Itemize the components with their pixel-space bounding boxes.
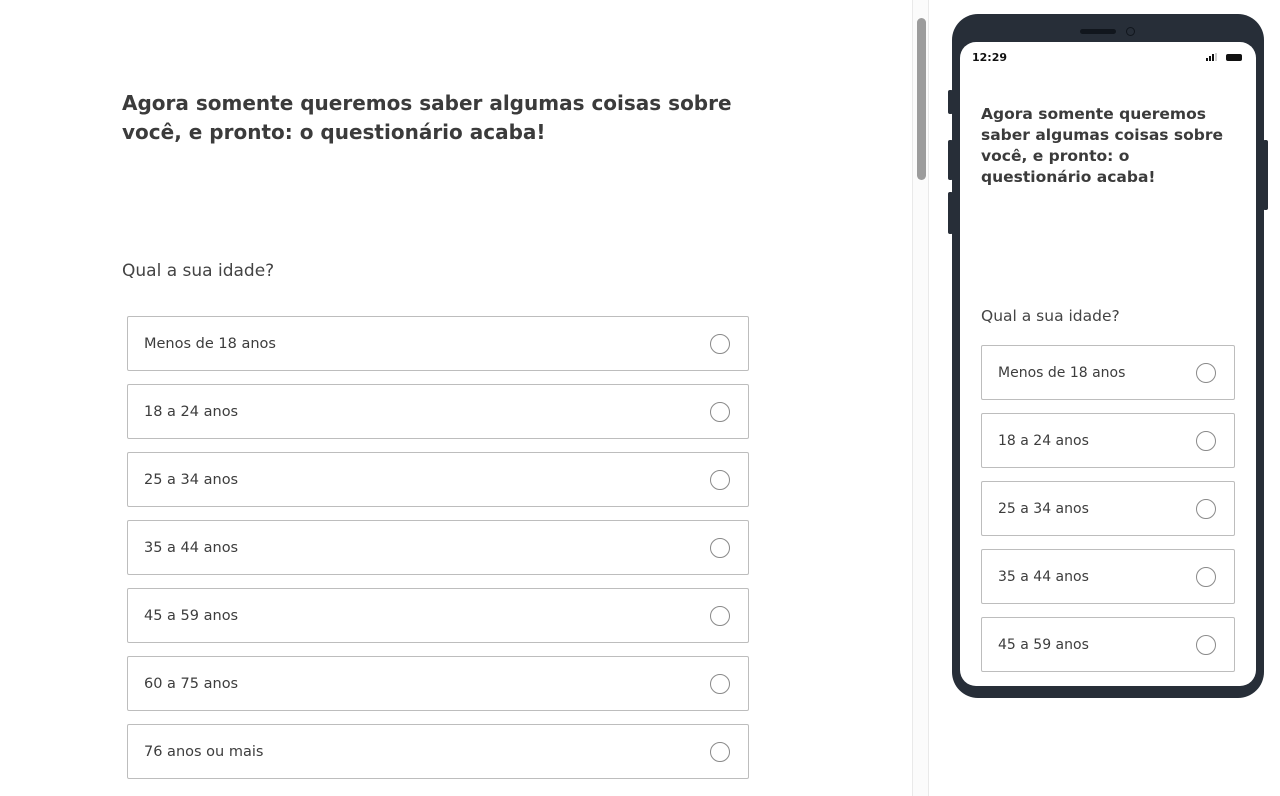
phone-preview: 12:29 Agora somente queremos saber algum… bbox=[948, 14, 1268, 698]
option-label: 25 a 34 anos bbox=[998, 500, 1089, 517]
option-35-44[interactable]: 35 a 44 anos bbox=[127, 520, 749, 575]
radio-unchecked-icon[interactable] bbox=[710, 537, 730, 558]
option-60-75[interactable]: 60 a 75 anos bbox=[127, 656, 749, 711]
option-label: 25 a 34 anos bbox=[144, 471, 239, 488]
option-18-24[interactable]: 18 a 24 anos bbox=[981, 413, 1235, 468]
phone-side-button bbox=[948, 140, 953, 180]
radio-unchecked-icon[interactable] bbox=[1196, 430, 1216, 451]
radio-unchecked-icon[interactable] bbox=[1196, 566, 1216, 587]
phone-speaker bbox=[1080, 29, 1116, 34]
phone-side-button bbox=[948, 90, 953, 114]
option-label: 45 a 59 anos bbox=[144, 607, 239, 624]
phone-side-button bbox=[948, 192, 953, 234]
option-under-18[interactable]: Menos de 18 anos bbox=[127, 316, 749, 371]
option-label: 76 anos ou mais bbox=[144, 743, 264, 760]
option-under-18[interactable]: Menos de 18 anos bbox=[981, 345, 1235, 400]
page-heading: Agora somente queremos saber algumas coi… bbox=[122, 91, 732, 144]
scrollbar-track[interactable] bbox=[912, 0, 929, 796]
option-76-plus[interactable]: 76 anos ou mais bbox=[127, 724, 749, 779]
phone-side-button bbox=[1263, 140, 1268, 210]
radio-unchecked-icon[interactable] bbox=[1196, 634, 1216, 655]
desktop-preview: Agora somente queremos saber algumas coi… bbox=[0, 0, 912, 796]
age-options: Menos de 18 anos 18 a 24 anos 25 a 34 an… bbox=[127, 316, 749, 792]
survey-preview: Agora somente queremos saber algumas coi… bbox=[0, 0, 1280, 796]
option-label: 18 a 24 anos bbox=[144, 403, 239, 420]
age-options: Menos de 18 anos 18 a 24 anos 25 a 34 an… bbox=[981, 345, 1235, 685]
radio-unchecked-icon[interactable] bbox=[710, 741, 730, 762]
radio-unchecked-icon[interactable] bbox=[710, 469, 730, 490]
status-time: 12:29 bbox=[972, 51, 1008, 64]
question-label: Qual a sua idade? bbox=[122, 261, 275, 281]
option-label: 35 a 44 anos bbox=[144, 539, 239, 556]
option-45-59[interactable]: 45 a 59 anos bbox=[127, 588, 749, 643]
radio-unchecked-icon[interactable] bbox=[710, 673, 730, 694]
radio-unchecked-icon[interactable] bbox=[710, 605, 730, 626]
option-label: 18 a 24 anos bbox=[998, 432, 1089, 449]
option-label: 60 a 75 anos bbox=[144, 675, 239, 692]
phone-screen: 12:29 Agora somente queremos saber algum… bbox=[960, 42, 1256, 686]
page-heading: Agora somente queremos saber algumas coi… bbox=[981, 105, 1224, 186]
battery-icon bbox=[1226, 54, 1242, 61]
option-25-34[interactable]: 25 a 34 anos bbox=[127, 452, 749, 507]
option-35-44[interactable]: 35 a 44 anos bbox=[981, 549, 1235, 604]
radio-unchecked-icon[interactable] bbox=[710, 333, 730, 354]
option-45-59[interactable]: 45 a 59 anos bbox=[981, 617, 1235, 672]
signal-icon bbox=[1206, 53, 1218, 61]
option-25-34[interactable]: 25 a 34 anos bbox=[981, 481, 1235, 536]
phone-camera-icon bbox=[1126, 27, 1135, 36]
option-label: Menos de 18 anos bbox=[998, 364, 1126, 381]
radio-unchecked-icon[interactable] bbox=[1196, 362, 1216, 383]
option-label: 35 a 44 anos bbox=[998, 568, 1089, 585]
option-label: 45 a 59 anos bbox=[998, 636, 1089, 653]
radio-unchecked-icon[interactable] bbox=[1196, 498, 1216, 519]
option-label: Menos de 18 anos bbox=[144, 335, 276, 352]
question-label: Qual a sua idade? bbox=[981, 307, 1120, 325]
scrollbar-thumb[interactable] bbox=[917, 18, 926, 180]
option-18-24[interactable]: 18 a 24 anos bbox=[127, 384, 749, 439]
radio-unchecked-icon[interactable] bbox=[710, 401, 730, 422]
